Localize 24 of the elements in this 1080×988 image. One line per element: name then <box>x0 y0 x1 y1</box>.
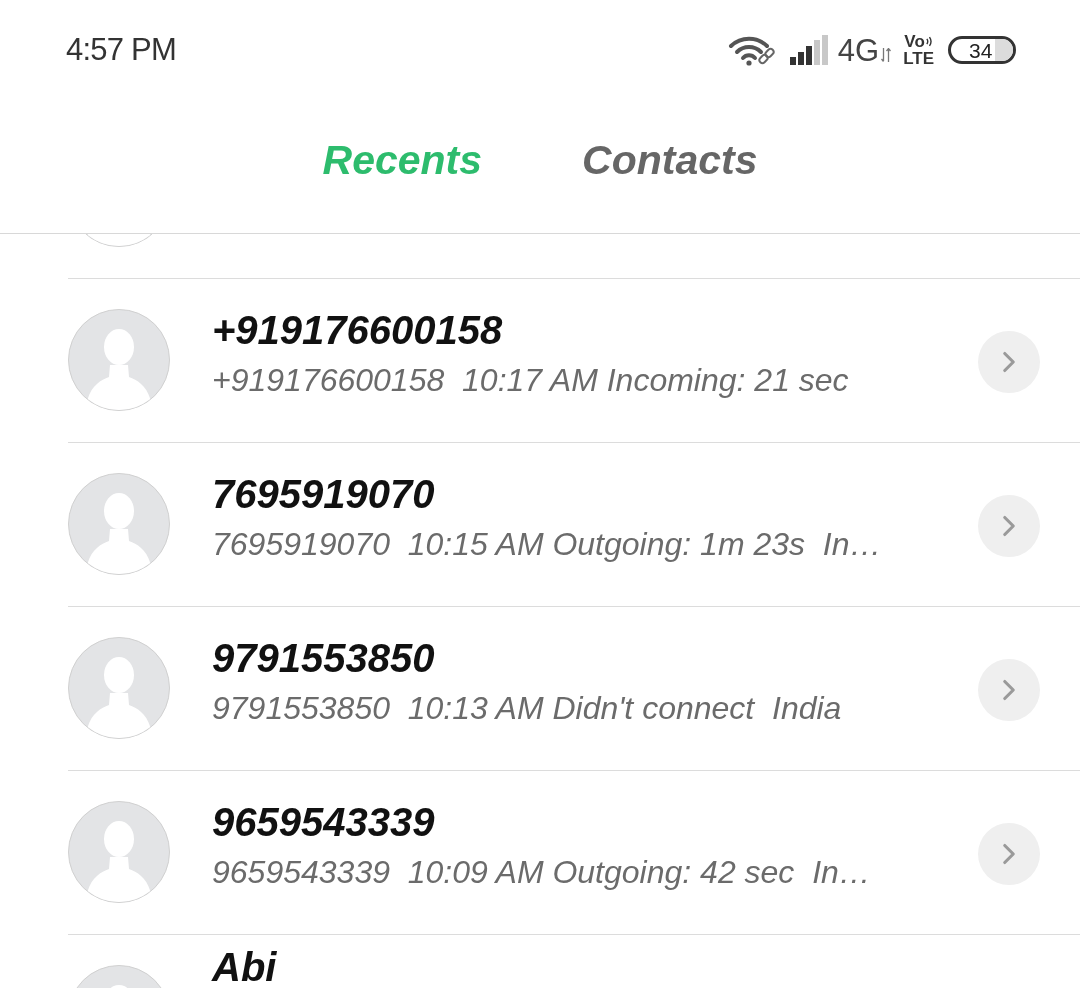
wifi-icon <box>727 34 776 66</box>
data-arrows-icon <box>881 48 892 62</box>
avatar-icon <box>68 309 170 411</box>
lte-text: LTE <box>903 50 934 67</box>
network-type: 4G <box>837 34 880 66</box>
call-details: 9791553850 10:13 AM Didn't connect India <box>212 689 843 728</box>
caller-name: +919176600158 <box>212 314 504 346</box>
voice-waves-icon <box>925 35 933 48</box>
avatar-icon <box>68 637 170 739</box>
signal-icon <box>789 35 830 65</box>
status-time: 4:57 PM <box>66 30 177 69</box>
avatar-icon <box>68 473 170 575</box>
caller-name: 7695919070 <box>212 478 436 510</box>
caller-name: Abi <box>212 951 278 983</box>
battery-charge-bar <box>995 39 1013 61</box>
call-details: 9659543339 10:09 AM Outgoing: 42 sec In… <box>212 853 872 892</box>
caller-name: 9659543339 <box>212 806 436 838</box>
volte-text: Vo <box>904 33 925 50</box>
caller-name: 9791553850 <box>212 642 436 674</box>
tab[interactable]: Contacts <box>582 129 758 192</box>
call-details: 7695919070 10:15 AM Outgoing: 1m 23s In… <box>212 525 883 564</box>
avatar-icon <box>68 801 170 903</box>
call-details: +919176600158 10:17 AM Incoming: 21 sec <box>212 361 850 400</box>
battery-percent: 34 <box>969 39 993 61</box>
